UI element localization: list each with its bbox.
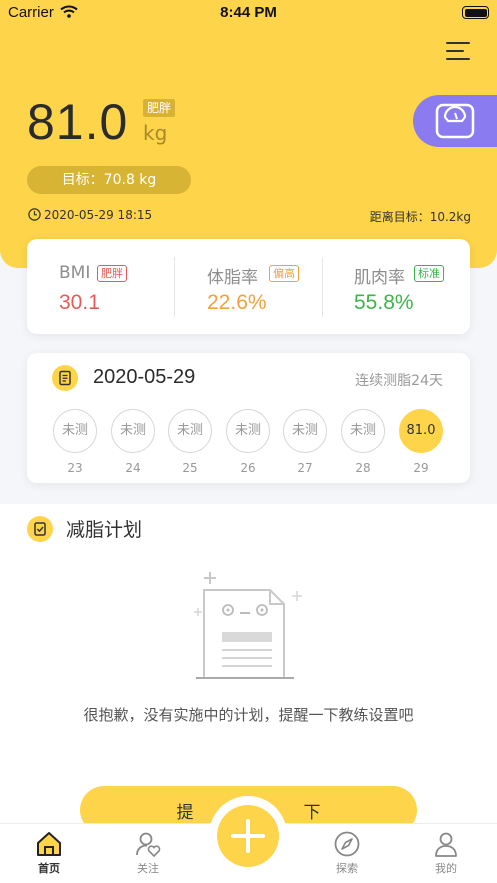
scale-icon <box>435 103 475 139</box>
bmi-metric[interactable]: BMI 肥胖 30.1 <box>27 239 174 334</box>
day-value: 未测 <box>168 409 212 453</box>
streak-days-text: 连续测脂24天 <box>355 373 443 389</box>
tab-label: 关注 <box>137 862 159 875</box>
button-label-end: 下 <box>303 803 321 823</box>
empty-plan-message: 很抱歉，没有实施中的计划，提醒一下教练设置吧 <box>83 706 414 724</box>
muscle-value: 55.8% <box>354 291 414 314</box>
calendar-icon <box>52 365 78 391</box>
scale-button[interactable] <box>413 95 497 147</box>
target-weight-pill[interactable]: 目标：70.8 kg <box>27 166 191 194</box>
status-bar: Carrier 8:44 PM <box>0 0 497 26</box>
body-fat-badge: 偏高 <box>269 265 299 282</box>
plan-title: 减脂计划 <box>66 519 143 541</box>
follow-icon <box>136 832 161 858</box>
weight-value: 81.0 <box>27 94 129 150</box>
bmi-value: 30.1 <box>59 291 100 314</box>
weight-unit: kg <box>143 121 168 145</box>
streak-date: 2020-05-29 <box>93 366 196 388</box>
weight-status-badge: 肥胖 <box>143 99 176 117</box>
day-item[interactable]: 未测 24 <box>110 409 156 475</box>
home-icon <box>37 832 61 856</box>
day-value: 未测 <box>111 409 155 453</box>
muscle-metric[interactable]: 肌肉率 标准 55.8% <box>323 239 470 334</box>
day-number: 26 <box>240 461 256 475</box>
day-number: 28 <box>355 461 371 475</box>
menu-icon[interactable] <box>446 40 470 62</box>
day-item[interactable]: 未测 26 <box>225 409 271 475</box>
battery-icon <box>462 6 489 19</box>
distance-to-target: 距离目标：10.2kg <box>369 210 471 224</box>
compass-icon <box>334 831 360 857</box>
profile-icon <box>435 832 457 857</box>
day-number: 29 <box>413 461 429 475</box>
bmi-label: BMI <box>59 263 91 283</box>
bmi-badge: 肥胖 <box>97 265 127 282</box>
day-item[interactable]: 81.0 29 <box>398 409 444 475</box>
clock-time: 8:44 PM <box>220 4 277 21</box>
day-number: 23 <box>67 461 83 475</box>
plan-checklist-icon <box>27 516 53 542</box>
body-metrics-card[interactable]: BMI 肥胖 30.1 体脂率 偏高 22.6% 肌肉率 标准 55.8% <box>27 239 470 334</box>
day-value: 未测 <box>341 409 385 453</box>
muscle-label: 肌肉率 <box>354 268 405 288</box>
muscle-badge: 标准 <box>414 265 444 282</box>
day-number: 24 <box>125 461 141 475</box>
add-button[interactable] <box>217 805 279 867</box>
tab-label: 我的 <box>435 862 457 875</box>
day-value: 未测 <box>53 409 97 453</box>
day-value: 未测 <box>283 409 327 453</box>
tab-explore[interactable]: 探索 <box>317 830 377 876</box>
day-item[interactable]: 未测 27 <box>282 409 328 475</box>
day-item[interactable]: 未测 25 <box>167 409 213 475</box>
fat-loss-plan-section: 减脂计划 很抱歉，没有实施中的计划，提醒一下教练设置吧 提 下 <box>0 504 497 834</box>
day-item[interactable]: 未测 23 <box>52 409 98 475</box>
button-label-start: 提 <box>176 803 194 823</box>
day-number: 25 <box>182 461 198 475</box>
measured-date-row: 2020-05-29 18:15 <box>28 208 152 222</box>
measurement-streak-card: 2020-05-29 连续测脂24天 未测 23 未测 24 未测 25 未测 … <box>27 353 470 483</box>
body-fat-value: 22.6% <box>207 291 267 314</box>
measured-date: 2020-05-29 18:15 <box>44 208 153 222</box>
tab-home[interactable]: 首页 <box>19 830 79 876</box>
tab-label: 首页 <box>38 862 60 875</box>
tab-follow[interactable]: 关注 <box>118 830 178 876</box>
day-value: 81.0 <box>399 409 443 453</box>
day-number: 27 <box>297 461 313 475</box>
day-value: 未测 <box>226 409 270 453</box>
clock-icon <box>28 208 41 221</box>
body-fat-metric[interactable]: 体脂率 偏高 22.6% <box>175 239 322 334</box>
body-fat-label: 体脂率 <box>207 268 258 288</box>
empty-document-icon <box>194 572 302 679</box>
tab-profile[interactable]: 我的 <box>416 830 476 876</box>
day-item[interactable]: 未测 28 <box>340 409 386 475</box>
tab-label: 探索 <box>336 862 358 875</box>
header-panel: 81.0 肥胖 kg 目标：70.8 kg 2020-05-29 18:15 距… <box>0 0 497 268</box>
